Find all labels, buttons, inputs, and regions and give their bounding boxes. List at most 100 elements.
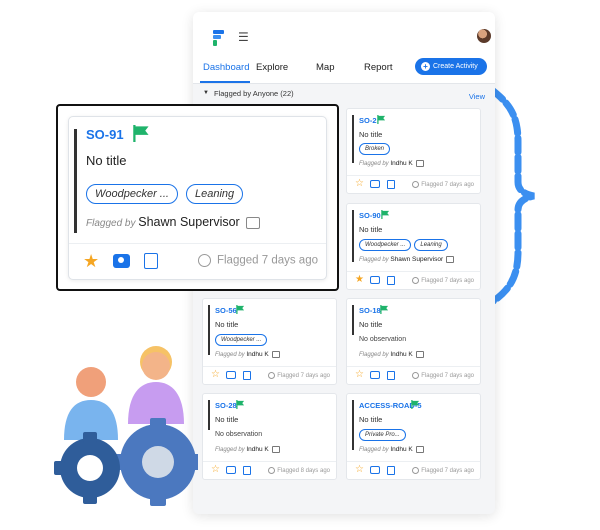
menu-indent-icon[interactable]: ☰	[238, 31, 249, 43]
activity-card[interactable]: ACCESS-ROAD-5 No title Private Pro... Fl…	[346, 393, 481, 480]
age-text: Flagged 7 days ago	[216, 254, 318, 267]
comment-icon[interactable]	[271, 351, 280, 358]
comment-icon[interactable]	[415, 446, 424, 453]
tag-chip[interactable]: Woodpecker ...	[86, 184, 178, 204]
comment-icon[interactable]	[415, 160, 424, 167]
tag-chip[interactable]: Broken	[359, 143, 391, 155]
clock-icon	[412, 372, 420, 379]
note-icon[interactable]	[243, 466, 251, 475]
age-text: Flagged 7 days ago	[421, 182, 474, 189]
camera-icon[interactable]	[226, 466, 236, 474]
note-icon[interactable]	[387, 276, 395, 285]
flagged-by-name: Shawn Supervisor	[390, 256, 444, 264]
tag-chip[interactable]: Leaning	[185, 184, 244, 204]
card-tags: Woodpecker ...	[215, 334, 268, 346]
create-activity-button[interactable]: + Create Activity	[415, 58, 487, 75]
card-observation: No observation	[215, 431, 263, 438]
flagged-age: Flagged 7 days ago	[412, 181, 474, 188]
star-outline-icon[interactable]: ☆	[355, 370, 364, 380]
clock-icon	[197, 254, 211, 267]
tag-chip[interactable]: Private Pro...	[359, 429, 406, 441]
star-outline-icon[interactable]: ☆	[355, 179, 364, 189]
card-accent-bar	[352, 305, 354, 335]
flag-icon	[236, 400, 245, 409]
flagged-prefix: Flagged by	[359, 161, 389, 168]
view-link[interactable]: View	[469, 92, 485, 101]
comment-icon[interactable]	[446, 256, 455, 263]
flagged-by: Flagged by Indhu K	[359, 160, 424, 167]
camera-icon[interactable]	[226, 371, 236, 379]
flagged-age: Flagged 7 days ago	[268, 372, 330, 379]
flagged-by: Flagged by Indhu K	[359, 446, 424, 453]
age-text: Flagged 7 days ago	[421, 468, 474, 475]
flagged-by-name: Indhu K	[390, 160, 413, 168]
flagged-by-name: Indhu K	[390, 446, 413, 454]
comment-icon[interactable]	[271, 446, 280, 453]
flagged-age: Flagged 7 days ago	[197, 254, 318, 267]
note-icon[interactable]	[387, 371, 395, 380]
camera-icon[interactable]	[370, 276, 380, 284]
tag-chip[interactable]: Woodpecker ...	[215, 334, 268, 346]
person-right	[128, 346, 184, 424]
activity-card[interactable]: SO-90 No title Woodpecker ... Leaning Fl…	[346, 203, 481, 290]
card-title: No title	[86, 153, 127, 168]
age-text: Flagged 7 days ago	[277, 373, 330, 380]
flagged-prefix: Flagged by	[215, 352, 245, 359]
activity-card[interactable]: SO-2 No title Broken Flagged by Indhu K …	[346, 108, 481, 194]
note-icon[interactable]	[387, 180, 395, 189]
note-icon[interactable]	[243, 371, 251, 380]
card-title: No title	[359, 320, 383, 329]
flagged-prefix: Flagged by	[359, 352, 389, 359]
camera-icon[interactable]	[370, 180, 380, 188]
tab-report[interactable]: Report	[364, 62, 393, 74]
camera-icon[interactable]	[113, 254, 130, 268]
avatar[interactable]	[477, 29, 491, 43]
gear-small-icon	[54, 432, 120, 504]
app-header: ☰	[193, 12, 495, 56]
star-outline-icon[interactable]: ☆	[211, 370, 220, 380]
flagged-by: Flagged by Indhu K	[215, 446, 280, 453]
plus-icon: +	[421, 62, 430, 71]
star-outline-icon[interactable]: ☆	[211, 465, 220, 475]
card-id: SO-2	[359, 116, 377, 125]
flagged-age: Flagged 7 days ago	[412, 277, 474, 284]
card-footer: ☆ Flagged 7 days ago	[203, 366, 336, 384]
section-title: Flagged by Anyone (22)	[214, 89, 294, 98]
comment-icon[interactable]	[245, 217, 260, 230]
card-id: SO-90	[359, 211, 381, 220]
camera-icon[interactable]	[370, 371, 380, 379]
star-outline-icon[interactable]: ☆	[355, 465, 364, 475]
activity-card[interactable]: SO-18 No title No observation Flagged by…	[346, 298, 481, 385]
camera-icon[interactable]	[370, 466, 380, 474]
comment-icon[interactable]	[415, 351, 424, 358]
star-filled-icon[interactable]: ★	[83, 252, 99, 270]
card-id: SO-91	[86, 127, 124, 142]
card-accent-bar	[352, 400, 354, 450]
activity-card[interactable]: SO-56 No title Woodpecker ... Flagged by…	[202, 298, 337, 385]
app-logo-icon	[213, 30, 224, 46]
card-tags: Broken	[359, 143, 391, 155]
tab-dashboard[interactable]: Dashboard	[203, 62, 249, 74]
clock-icon	[412, 467, 420, 474]
card-observation: No observation	[359, 336, 407, 343]
note-icon[interactable]	[387, 466, 395, 475]
featured-card[interactable]: SO-91 No title Woodpecker ... Leaning Fl…	[68, 116, 327, 280]
card-accent-bar	[208, 305, 210, 355]
nav-tabs: Dashboard Explore Map Report + Create Ac…	[193, 56, 495, 84]
featured-card-frame: SO-91 No title Woodpecker ... Leaning Fl…	[56, 104, 339, 291]
tag-chip[interactable]: Woodpecker ...	[359, 239, 412, 251]
caret-down-icon[interactable]: ▼	[203, 90, 209, 96]
tag-chip[interactable]: Leaning	[414, 239, 448, 251]
flag-icon	[380, 305, 389, 314]
tab-map[interactable]: Map	[316, 62, 334, 74]
note-icon[interactable]	[144, 253, 158, 269]
flagged-prefix: Flagged by	[359, 447, 389, 454]
card-accent-bar	[74, 129, 77, 233]
team-gears-illustration	[54, 346, 198, 506]
flagged-by-name: Shawn Supervisor	[138, 215, 240, 229]
card-id: SO-18	[359, 306, 381, 315]
card-id: SO-56	[215, 306, 237, 315]
tab-explore[interactable]: Explore	[256, 62, 288, 74]
activity-card[interactable]: SO-28 No title No observation Flagged by…	[202, 393, 337, 480]
star-filled-icon[interactable]: ★	[355, 275, 364, 285]
